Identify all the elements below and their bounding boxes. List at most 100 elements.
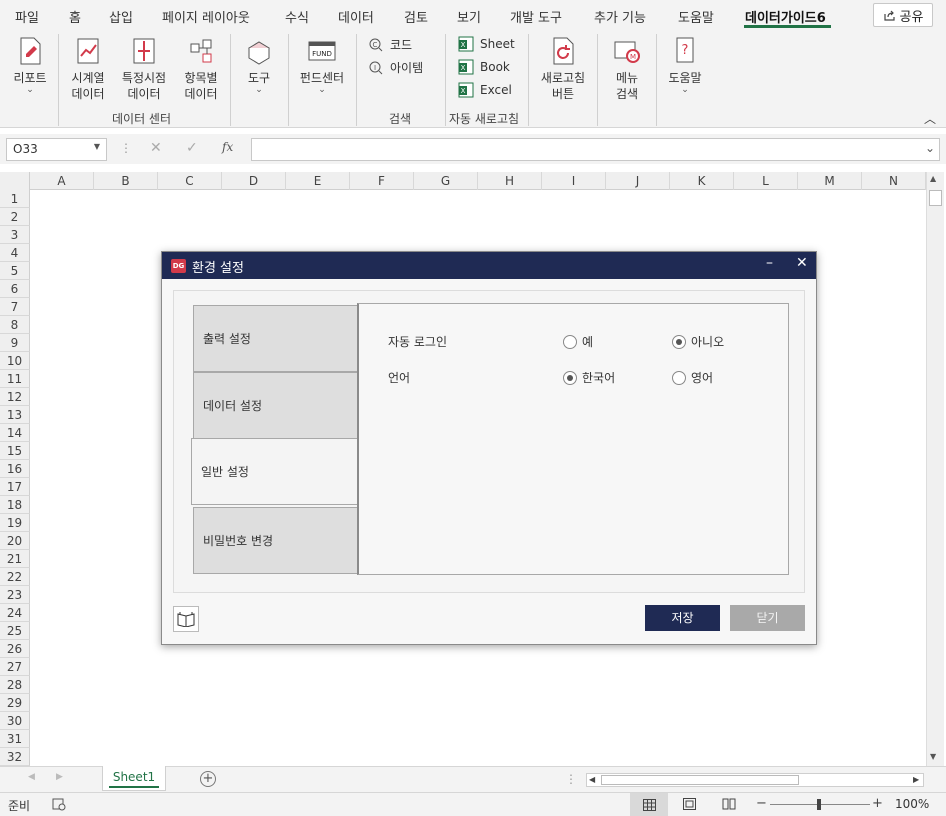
accessibility-icon[interactable] — [52, 798, 66, 811]
row-header[interactable]: 15 — [0, 442, 30, 460]
radio-circle[interactable] — [672, 334, 686, 349]
column-header[interactable]: B — [94, 172, 158, 190]
collapse-ribbon-icon[interactable]: ︿ — [924, 110, 936, 127]
dialog-title-bar[interactable]: DG 환경 설정 – ✕ — [162, 252, 816, 279]
menu-data[interactable]: 데이터 — [338, 7, 374, 26]
column-header[interactable]: M — [798, 172, 862, 190]
formula-input[interactable]: ⌄ — [251, 138, 940, 161]
row-header[interactable]: 4 — [0, 244, 30, 262]
row-header[interactable]: 5 — [0, 262, 30, 280]
row-header[interactable]: 9 — [0, 334, 30, 352]
tab-output-settings[interactable]: 출력 설정 — [193, 305, 359, 372]
select-all-corner[interactable] — [0, 172, 30, 190]
column-header[interactable]: F — [350, 172, 414, 190]
row-header[interactable]: 24 — [0, 604, 30, 622]
zoom-in-icon[interactable]: + — [872, 796, 883, 811]
refresh-book-button[interactable]: X Book — [458, 59, 510, 75]
chevron-down-icon[interactable]: ▼ — [94, 142, 100, 151]
menu-search-button[interactable]: M 메뉴 검색 — [606, 36, 648, 102]
scroll-down-icon[interactable]: ▼ — [930, 752, 936, 761]
row-header[interactable]: 18 — [0, 496, 30, 514]
insert-function-icon[interactable]: fx — [222, 140, 233, 154]
menu-review[interactable]: 검토 — [404, 7, 428, 26]
row-header[interactable]: 6 — [0, 280, 30, 298]
page-break-view-icon[interactable] — [722, 798, 736, 810]
row-header[interactable]: 3 — [0, 226, 30, 244]
specific-point-button[interactable]: 특정시점 데이터 — [118, 36, 170, 102]
timeseries-button[interactable]: 시계열 데이터 — [66, 36, 110, 102]
row-header[interactable]: 19 — [0, 514, 30, 532]
refresh-excel-button[interactable]: X Excel — [458, 82, 512, 98]
page-layout-view-icon[interactable] — [683, 798, 696, 810]
row-header[interactable]: 28 — [0, 676, 30, 694]
language-korean-radio[interactable]: 한국어 — [563, 369, 615, 386]
row-header[interactable]: 10 — [0, 352, 30, 370]
row-header[interactable]: 32 — [0, 748, 30, 766]
row-header[interactable]: 25 — [0, 622, 30, 640]
auto-login-no-radio[interactable]: 아니오 — [672, 333, 724, 350]
menu-developer[interactable]: 개발 도구 — [510, 7, 562, 26]
menu-file[interactable]: 파일 — [15, 7, 39, 26]
zoom-slider[interactable] — [770, 799, 870, 810]
menu-help[interactable]: 도움말 — [678, 7, 714, 26]
column-header[interactable]: G — [414, 172, 478, 190]
menu-addins[interactable]: 추가 기능 — [594, 7, 646, 26]
row-header[interactable]: 1 — [0, 190, 30, 208]
language-english-radio[interactable]: 영어 — [672, 369, 713, 386]
row-header[interactable]: 21 — [0, 550, 30, 568]
close-button[interactable]: 닫기 — [730, 605, 805, 631]
menu-home[interactable]: 홈 — [69, 7, 81, 26]
column-header[interactable]: E — [286, 172, 350, 190]
column-header[interactable]: H — [478, 172, 542, 190]
tab-data-settings[interactable]: 데이터 설정 — [193, 372, 359, 439]
scroll-right-icon[interactable]: ▶ — [913, 775, 919, 784]
row-header[interactable]: 29 — [0, 694, 30, 712]
zoom-out-icon[interactable]: − — [756, 796, 767, 811]
radio-circle[interactable] — [563, 334, 577, 349]
row-header[interactable]: 14 — [0, 424, 30, 442]
row-header[interactable]: 23 — [0, 586, 30, 604]
row-header[interactable]: 11 — [0, 370, 30, 388]
hscroll-thumb[interactable] — [601, 775, 799, 785]
expand-formula-icon[interactable]: ⌄ — [925, 141, 935, 155]
item-data-button[interactable]: 항목별 데이터 — [178, 36, 224, 102]
menu-formulas[interactable]: 수식 — [285, 7, 309, 26]
column-header[interactable]: D — [222, 172, 286, 190]
scroll-thumb[interactable] — [929, 190, 942, 206]
scroll-left-icon[interactable]: ◀ — [589, 775, 595, 784]
row-header[interactable]: 13 — [0, 406, 30, 424]
next-sheet-icon[interactable]: ▶ — [56, 772, 63, 782]
row-header[interactable]: 22 — [0, 568, 30, 586]
zoom-slider-thumb[interactable] — [817, 799, 821, 810]
menu-view[interactable]: 보기 — [457, 7, 481, 26]
row-header[interactable]: 26 — [0, 640, 30, 658]
row-header[interactable]: 16 — [0, 460, 30, 478]
vertical-scrollbar[interactable]: ▲ ▼ — [926, 172, 944, 766]
tools-button[interactable]: 도구 ⌄ — [238, 36, 280, 95]
auto-login-yes-radio[interactable]: 예 — [563, 333, 593, 350]
report-button[interactable]: 리포트 ⌄ — [8, 36, 52, 95]
horizontal-scrollbar[interactable]: ◀ ▶ — [586, 773, 924, 787]
column-header[interactable]: K — [670, 172, 734, 190]
manual-button[interactable] — [173, 606, 199, 632]
menu-dataguide[interactable]: 데이터가이드6 — [745, 7, 826, 26]
row-header[interactable]: 30 — [0, 712, 30, 730]
tab-general-settings[interactable]: 일반 설정 — [191, 438, 361, 505]
radio-circle[interactable] — [563, 370, 577, 385]
zoom-level[interactable]: 100% — [895, 797, 929, 811]
row-header[interactable]: 8 — [0, 316, 30, 334]
name-box[interactable]: O33 ▼ — [6, 138, 107, 161]
row-header[interactable]: 20 — [0, 532, 30, 550]
sheet-tab-sheet1[interactable]: Sheet1 — [102, 766, 166, 791]
menu-insert[interactable]: 삽입 — [109, 7, 133, 26]
row-header[interactable]: 31 — [0, 730, 30, 748]
fund-center-button[interactable]: FUND 펀드센터 ⌄ — [296, 36, 348, 95]
code-search-button[interactable]: C 코드 — [368, 36, 412, 53]
column-header[interactable]: A — [30, 172, 94, 190]
normal-view-button[interactable] — [630, 793, 668, 816]
row-header[interactable]: 27 — [0, 658, 30, 676]
enter-icon[interactable]: ✓ — [186, 140, 198, 156]
prev-sheet-icon[interactable]: ◀ — [28, 772, 35, 782]
column-header[interactable]: N — [862, 172, 926, 190]
row-header[interactable]: 12 — [0, 388, 30, 406]
